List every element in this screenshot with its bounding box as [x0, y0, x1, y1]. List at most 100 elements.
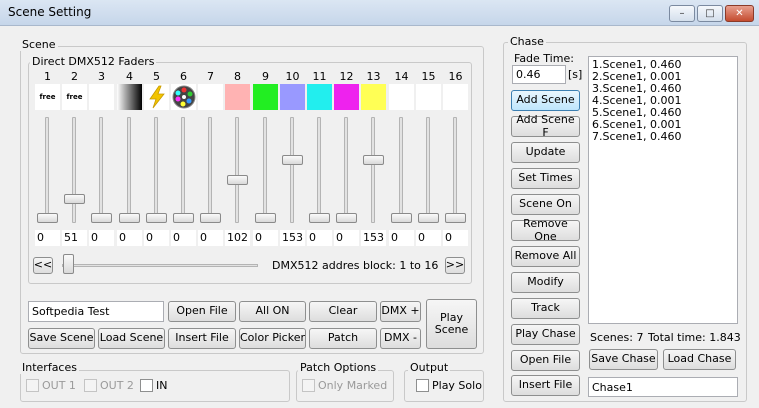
fader-thumb-3[interactable]	[91, 213, 112, 223]
fader-thumb-2[interactable]	[64, 194, 85, 204]
load-scene-button[interactable]: Load Scene	[98, 328, 165, 349]
fader-track-4[interactable]	[127, 117, 131, 223]
only-marked-checkbox[interactable]: Only Marked	[302, 379, 387, 392]
fader-value-10[interactable]: 153	[280, 230, 305, 246]
dmx-plus-button[interactable]: DMX +	[380, 301, 421, 322]
color-swatch-16[interactable]	[443, 84, 468, 110]
fader-thumb-12[interactable]	[336, 213, 357, 223]
in-checkbox[interactable]: IN	[140, 379, 167, 392]
insert-file-button[interactable]: Insert File	[168, 328, 236, 349]
fader-value-14[interactable]: 0	[389, 230, 414, 246]
fader-track-3[interactable]	[99, 117, 103, 223]
fader-value-12[interactable]: 0	[334, 230, 359, 246]
swatch-dimmer-gradient-4[interactable]	[117, 84, 142, 110]
out1-checkbox[interactable]: OUT 1	[26, 379, 76, 392]
fader-thumb-6[interactable]	[173, 213, 194, 223]
close-button[interactable]: ✕	[725, 5, 754, 22]
fader-value-8[interactable]: 102	[225, 230, 250, 246]
chase-button-track[interactable]: Track	[511, 298, 580, 319]
fader-thumb-1[interactable]	[37, 213, 58, 223]
block-slider-thumb[interactable]	[63, 254, 74, 274]
block-slider-track[interactable]	[62, 264, 258, 267]
fader-track-6[interactable]	[181, 117, 185, 223]
fader-track-10[interactable]	[290, 117, 294, 223]
minimize-button[interactable]: –	[669, 5, 695, 22]
maximize-button[interactable]: □	[697, 5, 723, 22]
fader-thumb-7[interactable]	[200, 213, 221, 223]
clear-button[interactable]: Clear	[309, 301, 377, 322]
fader-track-13[interactable]	[371, 117, 375, 223]
fader-track-1[interactable]	[45, 117, 49, 223]
chase-button-add-scene-f[interactable]: Add Scene F	[511, 114, 580, 138]
all-on-button[interactable]: All ON	[239, 301, 306, 322]
chase-button-set-times[interactable]: Set Times	[511, 168, 580, 189]
play-scene-button[interactable]: Play Scene	[426, 299, 477, 349]
scene-name-input[interactable]: Softpedia Test	[28, 301, 164, 322]
fader-track-16[interactable]	[453, 117, 457, 223]
next-block-button[interactable]: >>	[445, 257, 465, 274]
color-swatch-2[interactable]: free	[62, 84, 87, 110]
color-swatch-14[interactable]	[389, 84, 414, 110]
fader-value-5[interactable]: 0	[144, 230, 169, 246]
fader-track-8[interactable]	[235, 117, 239, 223]
color-swatch-8[interactable]	[225, 84, 250, 110]
color-swatch-13[interactable]	[361, 84, 386, 110]
fader-value-13[interactable]: 153	[361, 230, 386, 246]
fader-thumb-14[interactable]	[391, 213, 412, 223]
fader-thumb-11[interactable]	[309, 213, 330, 223]
chase-button-remove-all[interactable]: Remove All	[511, 246, 580, 267]
color-swatch-12[interactable]	[334, 84, 359, 110]
fade-time-input[interactable]: 0.46	[512, 65, 566, 84]
chase-list[interactable]: 1.Scene1, 0.460 2.Scene1, 0.001 3.Scene1, …	[588, 56, 738, 324]
prev-block-button[interactable]: <<	[33, 257, 53, 274]
gobo-wheel-icon[interactable]	[171, 84, 196, 110]
fader-thumb-16[interactable]	[445, 213, 466, 223]
fader-value-9[interactable]: 0	[253, 230, 278, 246]
chase-button-play-chase[interactable]: Play Chase	[511, 324, 580, 345]
color-swatch-3[interactable]	[89, 84, 114, 110]
fader-thumb-5[interactable]	[146, 213, 167, 223]
fader-thumb-15[interactable]	[418, 213, 439, 223]
save-chase-button[interactable]: Save Chase	[589, 349, 658, 370]
fader-value-3[interactable]: 0	[89, 230, 114, 246]
fader-track-2[interactable]	[72, 117, 76, 223]
dmx-minus-button[interactable]: DMX -	[380, 328, 421, 349]
chase-button-remove-one[interactable]: Remove One	[511, 218, 580, 242]
fader-value-4[interactable]: 0	[117, 230, 142, 246]
fader-value-2[interactable]: 51	[62, 230, 87, 246]
fader-value-11[interactable]: 0	[307, 230, 332, 246]
out1-checkbox-box[interactable]	[26, 379, 39, 392]
color-swatch-1[interactable]: free	[35, 84, 60, 110]
fader-track-7[interactable]	[208, 117, 212, 223]
fader-value-1[interactable]: 0	[35, 230, 60, 246]
chase-button-scene-on[interactable]: Scene On	[511, 194, 580, 215]
fader-track-15[interactable]	[426, 117, 430, 223]
chase-name-input[interactable]: Chase1	[588, 377, 738, 397]
fader-track-14[interactable]	[399, 117, 403, 223]
fader-value-15[interactable]: 0	[416, 230, 441, 246]
chase-button-update[interactable]: Update	[511, 142, 580, 163]
fader-value-16[interactable]: 0	[443, 230, 468, 246]
out2-checkbox[interactable]: OUT 2	[84, 379, 134, 392]
chase-button-open-file[interactable]: Open File	[511, 350, 580, 371]
color-swatch-7[interactable]	[198, 84, 223, 110]
fader-track-9[interactable]	[263, 117, 267, 223]
color-swatch-11[interactable]	[307, 84, 332, 110]
fader-thumb-10[interactable]	[282, 155, 303, 165]
play-solo-checkbox[interactable]: Play Solo	[416, 379, 482, 392]
fader-thumb-13[interactable]	[363, 155, 384, 165]
color-swatch-9[interactable]	[253, 84, 278, 110]
fader-thumb-8[interactable]	[227, 175, 248, 185]
fader-thumb-4[interactable]	[119, 213, 140, 223]
out2-checkbox-box[interactable]	[84, 379, 97, 392]
fader-thumb-9[interactable]	[255, 213, 276, 223]
color-swatch-10[interactable]	[280, 84, 305, 110]
load-chase-button[interactable]: Load Chase	[663, 349, 736, 370]
save-scene-button[interactable]: Save Scene	[28, 328, 95, 349]
fader-track-12[interactable]	[344, 117, 348, 223]
play-solo-checkbox-box[interactable]	[416, 379, 429, 392]
in-checkbox-box[interactable]	[140, 379, 153, 392]
chase-button-add-scene[interactable]: Add Scene	[511, 90, 580, 111]
chase-button-modify[interactable]: Modify	[511, 272, 580, 293]
lightning-icon[interactable]	[144, 84, 169, 110]
